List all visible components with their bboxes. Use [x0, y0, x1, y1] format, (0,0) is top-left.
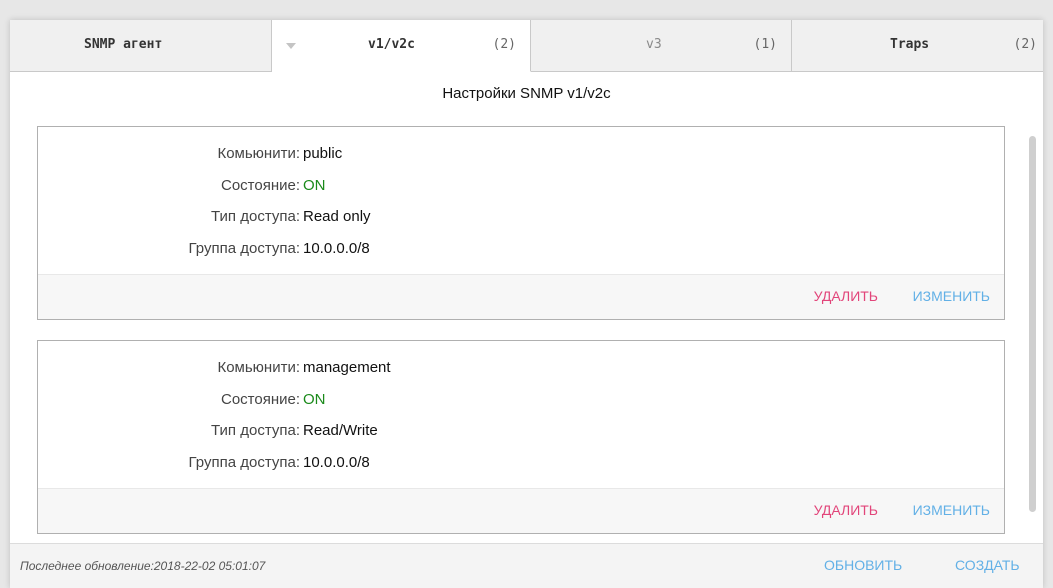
delete-button[interactable]: УДАЛИТЬ [814, 288, 878, 304]
card-footer: УДАЛИТЬ ИЗМЕНИТЬ [38, 488, 1004, 533]
tab-count: (1) [753, 37, 777, 52]
tab-bar: SNMP агент v1/v2c (2) v3 (1) Traps (2) [10, 20, 1043, 72]
bottom-bar: Последнее обновление:2018-22-02 05:01:07… [10, 543, 1043, 588]
access-group-row: Группа доступа: 10.0.0.0/8 [38, 454, 1004, 478]
tab-count: (2) [1013, 37, 1037, 52]
community-card: Комьюнити: management Состояние: ON Тип … [37, 340, 1005, 534]
access-type-value: Read/Write [303, 422, 378, 439]
edit-button[interactable]: ИЗМЕНИТЬ [913, 288, 990, 304]
access-type-row: Тип доступа: Read only [38, 208, 1004, 232]
create-button[interactable]: СОЗДАТЬ [955, 557, 1020, 573]
tab-label: v3 [646, 37, 662, 52]
access-group-row: Группа доступа: 10.0.0.0/8 [38, 240, 1004, 264]
tab-v1-v2c[interactable]: v1/v2c (2) [272, 20, 531, 72]
state-row: Состояние: ON [38, 391, 1004, 415]
chevron-down-icon[interactable] [286, 43, 296, 49]
tab-label: Traps [890, 37, 930, 52]
snmp-settings-window: SNMP агент v1/v2c (2) v3 (1) Traps (2) Н… [10, 20, 1043, 588]
refresh-button[interactable]: ОБНОВИТЬ [824, 557, 902, 573]
access-group-value: 10.0.0.0/8 [303, 454, 370, 471]
edit-button[interactable]: ИЗМЕНИТЬ [913, 502, 990, 518]
community-card: Комьюнити: public Состояние: ON Тип дост… [37, 126, 1005, 320]
access-type-label: Тип доступа: [211, 208, 300, 225]
tab-label: v1/v2c [368, 37, 415, 52]
tab-count: (2) [492, 37, 516, 52]
state-row: Состояние: ON [38, 177, 1004, 201]
access-type-label: Тип доступа: [211, 422, 300, 439]
community-row: Комьюнити: management [38, 359, 1004, 383]
card-footer: УДАЛИТЬ ИЗМЕНИТЬ [38, 274, 1004, 319]
state-value: ON [303, 391, 326, 408]
community-list[interactable]: Комьюнити: public Состояние: ON Тип дост… [10, 116, 1043, 543]
state-label: Состояние: [220, 391, 300, 408]
page-title: Настройки SNMP v1/v2c [442, 85, 611, 102]
last-update-text: Последнее обновление:2018-22-02 05:01:07 [20, 559, 266, 573]
state-value: ON [303, 177, 326, 194]
access-group-value: 10.0.0.0/8 [303, 240, 370, 257]
community-label: Комьюнити: [217, 145, 300, 162]
access-type-row: Тип доступа: Read/Write [38, 422, 1004, 446]
tab-traps[interactable]: Traps (2) [792, 20, 1043, 72]
tab-label: SNMP агент [84, 37, 163, 52]
tab-snmp-agent[interactable]: SNMP агент [10, 20, 272, 72]
community-value: public [303, 145, 343, 162]
scrollbar[interactable] [1029, 136, 1036, 512]
state-label: Состояние: [220, 177, 300, 194]
delete-button[interactable]: УДАЛИТЬ [814, 502, 878, 518]
community-row: Комьюнити: public [38, 145, 1004, 169]
access-type-value: Read only [303, 208, 371, 225]
access-group-label: Группа доступа: [188, 240, 300, 257]
community-label: Комьюнити: [217, 359, 300, 376]
community-value: management [303, 359, 391, 376]
tab-v3[interactable]: v3 (1) [531, 20, 792, 72]
access-group-label: Группа доступа: [188, 454, 300, 471]
